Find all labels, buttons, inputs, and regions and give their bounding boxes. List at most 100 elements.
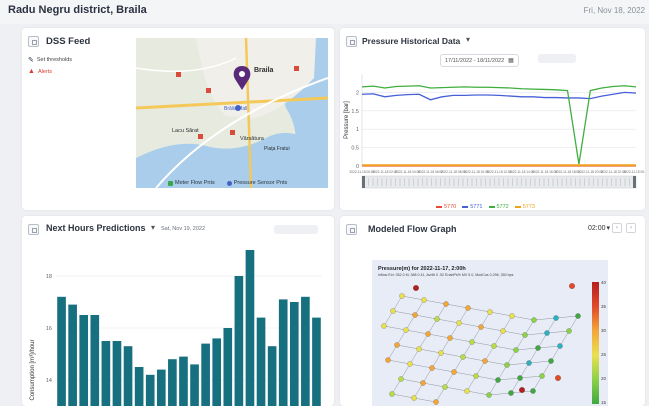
network-node bbox=[403, 327, 409, 333]
pipe-edge bbox=[502, 330, 526, 336]
predictions-filter-placeholder[interactable] bbox=[274, 225, 318, 234]
alerts-link[interactable]: ▲ Alerts bbox=[28, 68, 52, 75]
network-node bbox=[399, 293, 405, 299]
pipe-edge bbox=[555, 315, 579, 319]
pipe-edge bbox=[440, 352, 464, 358]
legend-series-5770[interactable]: 5770 bbox=[436, 204, 456, 210]
predictions-bar-chart[interactable]: 14 16 18 Consumption [m³]/hour bbox=[22, 240, 334, 406]
prediction-bar bbox=[289, 302, 299, 406]
map-label-varsatura: Vărsătura bbox=[240, 136, 265, 142]
prediction-bar bbox=[201, 343, 210, 406]
legend-series-5771[interactable]: 5771 bbox=[462, 204, 483, 210]
network-node bbox=[508, 390, 514, 396]
pressure-dropdown-icon[interactable]: ▾ bbox=[466, 35, 470, 44]
prediction-bar bbox=[223, 328, 233, 406]
prediction-bar bbox=[101, 341, 111, 406]
calendar-icon: ▦ bbox=[508, 58, 514, 64]
colorbar-tick: 40 bbox=[601, 280, 607, 285]
dss-feed-icon[interactable] bbox=[28, 36, 39, 47]
flow-title: Modeled Flow Graph bbox=[368, 224, 457, 234]
pipe-edge bbox=[471, 341, 495, 347]
prediction-bar bbox=[312, 317, 321, 406]
pipe-edge bbox=[418, 348, 442, 354]
network-node bbox=[385, 357, 391, 363]
network-node bbox=[513, 347, 519, 353]
pipe-edge bbox=[449, 337, 473, 343]
pressure-ytick: 2 bbox=[356, 90, 359, 96]
alerts-label: Alerts bbox=[37, 68, 52, 75]
sensor-dot-icon bbox=[226, 180, 232, 186]
pipe-edge bbox=[506, 362, 530, 366]
network-node bbox=[575, 313, 581, 319]
pressure-ylabel: Pressure [bar] bbox=[344, 101, 350, 139]
network-node-high bbox=[413, 285, 419, 291]
network-graph[interactable] bbox=[372, 278, 608, 406]
predictions-dropdown-icon[interactable]: ▾ bbox=[151, 223, 155, 232]
pressure-ytick: 1.5 bbox=[351, 109, 359, 115]
network-node bbox=[469, 339, 475, 345]
pipe-edge bbox=[383, 325, 407, 331]
pipe-edge bbox=[484, 360, 508, 366]
predictions-card-icon[interactable] bbox=[28, 224, 39, 235]
predictions-date: Sat, Nov 19, 2022 bbox=[161, 226, 206, 232]
pipe-edge bbox=[396, 344, 420, 350]
map-label-piata: Piața Fratui bbox=[264, 146, 290, 152]
network-node bbox=[416, 346, 422, 352]
pipe-edge bbox=[488, 392, 512, 396]
set-thresholds-link[interactable]: ✎ Set thresholds bbox=[28, 56, 72, 64]
prediction-bar bbox=[267, 346, 277, 406]
legend-meter-flow: Meter Flow Pnts bbox=[168, 180, 215, 186]
network-node bbox=[460, 354, 466, 360]
pressure-xtick: 2022-11-18 12:00 bbox=[487, 170, 512, 174]
network-node bbox=[433, 399, 439, 405]
prediction-bar bbox=[256, 317, 266, 406]
network-node bbox=[411, 395, 417, 401]
network-node bbox=[478, 324, 484, 330]
predictions-ytick: 14 bbox=[46, 378, 52, 384]
predictions-title: Next Hours Predictions bbox=[46, 223, 146, 233]
flow-card-icon[interactable] bbox=[346, 224, 357, 235]
network-node bbox=[451, 369, 457, 375]
legend-series-5772[interactable]: 5772 bbox=[488, 204, 509, 210]
prediction-bar bbox=[168, 359, 177, 406]
map-label-mall: Brăila Mall bbox=[224, 106, 247, 112]
pipe-edge bbox=[458, 322, 482, 328]
predictions-ytick: 16 bbox=[46, 326, 52, 332]
colorbar-tick: 30 bbox=[601, 328, 607, 333]
pressure-card-icon[interactable] bbox=[346, 36, 357, 47]
network-node bbox=[443, 301, 449, 307]
map-label-braila: Braila bbox=[254, 67, 274, 74]
time-next-button[interactable]: › bbox=[626, 223, 636, 233]
pressure-xtick: 2022-11-18 02:00 bbox=[372, 170, 397, 174]
prediction-bar bbox=[112, 341, 122, 406]
legend-series-5773[interactable]: 5773 bbox=[514, 204, 535, 210]
time-prev-button[interactable]: ‹ bbox=[612, 223, 622, 233]
flow-graph-subtitle: Inflow Ext: 352.0 M, 388 0.41, Avrilit 0… bbox=[378, 273, 514, 277]
time-select[interactable]: 02:00 ▾ bbox=[588, 224, 610, 233]
pipe-edge bbox=[466, 390, 490, 396]
prediction-bar bbox=[190, 364, 199, 406]
location-map[interactable]: Braila Brăila Mall Lacu Sărat Vărsătura … bbox=[136, 38, 328, 188]
network-node-high bbox=[555, 375, 561, 381]
network-node-high bbox=[569, 283, 575, 289]
network-node bbox=[434, 316, 440, 322]
network-node bbox=[381, 323, 387, 329]
set-thresholds-label: Set thresholds bbox=[36, 57, 73, 63]
pipe-edge bbox=[489, 311, 513, 317]
map-legend: Meter Flow Pnts Pressure Sensor Pnts bbox=[168, 180, 293, 186]
colorbar-tick: 25 bbox=[601, 352, 607, 357]
pressure-ytick: 1 bbox=[356, 127, 359, 133]
pressure-line-chart[interactable]: 00.511.52Pressure [bar]2022-11-18 00:002… bbox=[340, 66, 645, 204]
pressure-xtick: 2022-11-18 16:00 bbox=[532, 170, 557, 174]
prediction-bar bbox=[212, 338, 222, 406]
network-node bbox=[442, 384, 448, 390]
pipe-edge bbox=[422, 382, 446, 388]
network-node bbox=[487, 309, 493, 315]
network-node bbox=[389, 391, 395, 397]
prediction-bar bbox=[245, 250, 255, 406]
range-handle-left bbox=[362, 176, 365, 188]
pipe-edge bbox=[427, 333, 451, 339]
pipe-edge bbox=[444, 386, 468, 392]
network-node bbox=[553, 315, 559, 321]
network-node bbox=[407, 361, 413, 367]
